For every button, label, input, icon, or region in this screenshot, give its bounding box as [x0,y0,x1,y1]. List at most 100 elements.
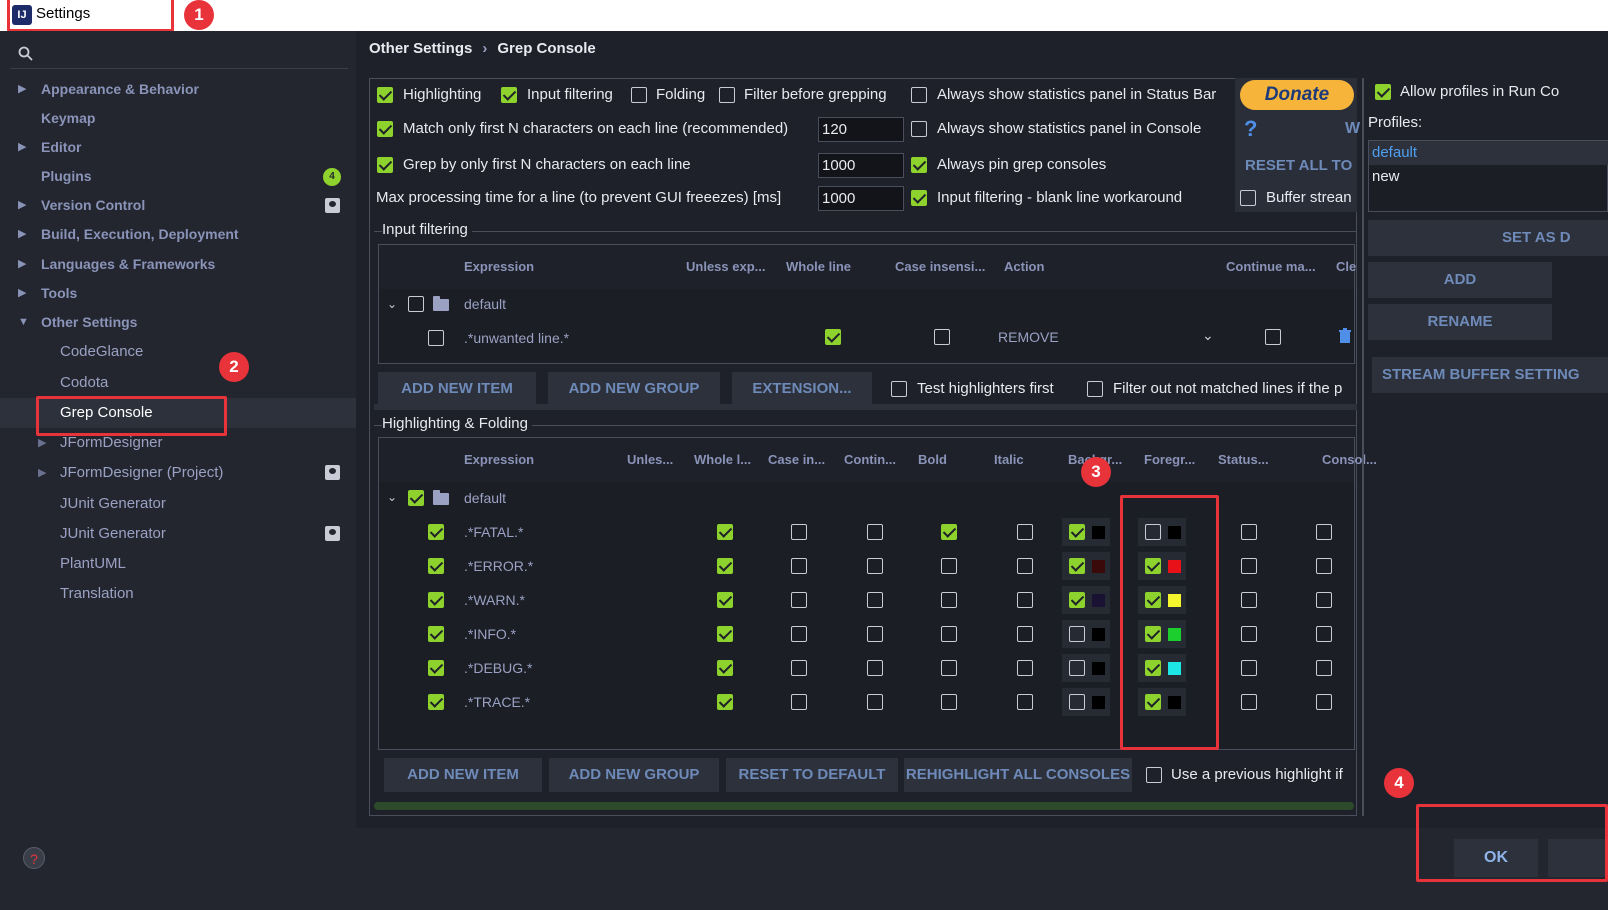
row-console-checkbox[interactable] [1316,592,1332,608]
reset-to-default-button[interactable]: RESET TO DEFAULT [726,758,898,792]
highlighting-column-header[interactable]: Expression [464,452,534,467]
add-profile-button[interactable]: ADD [1368,262,1552,298]
row-bold-checkbox[interactable] [941,524,957,540]
row-italic-checkbox[interactable] [1017,558,1033,574]
row-expression[interactable]: .*INFO.* [464,626,516,642]
highlighting-column-header[interactable]: Italic [994,452,1024,467]
profile-item-new[interactable]: new [1369,165,1608,189]
row-status-checkbox[interactable] [1241,660,1257,676]
row-expression[interactable]: .*ERROR.* [464,558,533,574]
row-case-insensitive-checkbox[interactable] [791,558,807,574]
max-time-input[interactable]: 1000 [818,186,904,211]
blank-line-checkbox[interactable] [911,190,927,206]
expand-right-icon[interactable]: ▶ [18,279,26,308]
row-bold-checkbox[interactable] [941,626,957,642]
input-row-enabled-checkbox[interactable] [428,330,444,346]
sidebar-item-keymap[interactable]: Keymap [0,104,356,133]
input-group-checkbox[interactable] [408,296,424,312]
row-status-checkbox[interactable] [1241,592,1257,608]
trash-icon[interactable] [1338,328,1352,344]
input-extension-button[interactable]: EXTENSION... [732,372,872,406]
sidebar-item-languages-frameworks[interactable]: ▶ Languages & Frameworks [0,250,356,279]
row-italic-checkbox[interactable] [1017,660,1033,676]
row-status-checkbox[interactable] [1241,626,1257,642]
filter-before-checkbox[interactable] [719,87,735,103]
row-background-color-swatch[interactable] [1092,594,1105,607]
breadcrumb-parent[interactable]: Other Settings [369,40,472,57]
highlight-add-item-button[interactable]: ADD NEW ITEM [384,758,542,792]
row-background-color-swatch[interactable] [1092,696,1105,709]
match-first-n-input[interactable]: 120 [818,117,904,142]
input-row-whole-line-checkbox[interactable] [825,329,841,345]
input-row-case-checkbox[interactable] [934,329,950,345]
input-filtering-column-header[interactable]: Expression [464,259,534,274]
grep-first-n-input[interactable]: 1000 [818,153,904,178]
row-bold-checkbox[interactable] [941,558,957,574]
filter-out-checkbox[interactable] [1087,381,1103,397]
sidebar-subitem-translation[interactable]: Translation [0,579,356,609]
highlighting-column-header[interactable]: Bold [918,452,947,467]
input-filtering-checkbox[interactable] [501,87,517,103]
row-expression[interactable]: .*FATAL.* [464,524,523,540]
highlighting-column-header[interactable]: Case in... [768,452,825,467]
row-expression[interactable]: .*DEBUG.* [464,660,532,676]
row-background-color-swatch[interactable] [1092,526,1105,539]
row-case-insensitive-checkbox[interactable] [791,592,807,608]
input-row-expression[interactable]: .*unwanted line.* [464,330,569,346]
row-whole-line-checkbox[interactable] [717,626,733,642]
row-italic-checkbox[interactable] [1017,592,1033,608]
sidebar-item-plugins[interactable]: Plugins 4 [0,162,356,191]
input-filtering-column-header[interactable]: Unless exp... [686,259,765,274]
row-whole-line-checkbox[interactable] [717,694,733,710]
row-continue-checkbox[interactable] [867,626,883,642]
expand-right-icon[interactable]: ▶ [38,458,46,488]
sidebar-subitem-junit-generator[interactable]: JUnit Generator [0,489,356,519]
row-italic-checkbox[interactable] [1017,524,1033,540]
row-enabled-checkbox[interactable] [428,694,444,710]
row-console-checkbox[interactable] [1316,660,1332,676]
stats-console-checkbox[interactable] [911,121,927,137]
allow-profiles-checkbox[interactable] [1375,84,1391,100]
row-background-color-swatch[interactable] [1092,560,1105,573]
row-background-checkbox[interactable] [1069,592,1085,608]
row-console-checkbox[interactable] [1316,558,1332,574]
row-status-checkbox[interactable] [1241,558,1257,574]
row-whole-line-checkbox[interactable] [717,592,733,608]
chevron-down-icon[interactable]: ⌄ [387,297,397,311]
rename-profile-button[interactable]: RENAME [1368,304,1552,340]
row-whole-line-checkbox[interactable] [717,524,733,540]
row-bold-checkbox[interactable] [941,694,957,710]
help-icon[interactable]: ? [23,847,45,869]
row-whole-line-checkbox[interactable] [717,558,733,574]
input-filtering-column-header[interactable]: Whole line [786,259,851,274]
row-case-insensitive-checkbox[interactable] [791,660,807,676]
chevron-down-icon[interactable]: ⌄ [387,490,397,504]
sidebar-item-editor[interactable]: ▶ Editor [0,133,356,162]
highlighting-column-header[interactable]: Foregr... [1144,452,1195,467]
grep-first-n-checkbox[interactable] [377,157,393,173]
highlighting-checkbox[interactable] [377,87,393,103]
row-continue-checkbox[interactable] [867,694,883,710]
row-background-checkbox[interactable] [1069,524,1085,540]
row-background-checkbox[interactable] [1069,558,1085,574]
sidebar-item-appearance-behavior[interactable]: ▶ Appearance & Behavior [0,75,356,104]
input-filtering-column-header[interactable]: Action [1004,259,1044,274]
rehighlight-all-button[interactable]: REHIGHLIGHT ALL CONSOLES [904,758,1132,792]
set-as-default-button[interactable]: SET AS D [1368,220,1608,256]
row-console-checkbox[interactable] [1316,524,1332,540]
profile-item-default[interactable]: default [1369,141,1608,165]
split-divider[interactable] [374,404,1357,410]
chevron-down-icon[interactable]: ⌄ [1202,327,1214,344]
row-continue-checkbox[interactable] [867,524,883,540]
row-case-insensitive-checkbox[interactable] [791,524,807,540]
sidebar-item-build-execution-deployment[interactable]: ▶ Build, Execution, Deployment [0,220,356,249]
input-row-action-select[interactable]: REMOVE [998,329,1059,345]
row-continue-checkbox[interactable] [867,660,883,676]
use-previous-highlight-checkbox[interactable] [1146,767,1162,783]
always-pin-checkbox[interactable] [911,157,927,173]
sidebar-subitem-codota[interactable]: Codota [0,368,356,398]
highlighting-column-header[interactable]: Consol... [1322,452,1377,467]
row-continue-checkbox[interactable] [867,592,883,608]
row-console-checkbox[interactable] [1316,694,1332,710]
expand-down-icon[interactable]: ▼ [18,308,29,337]
